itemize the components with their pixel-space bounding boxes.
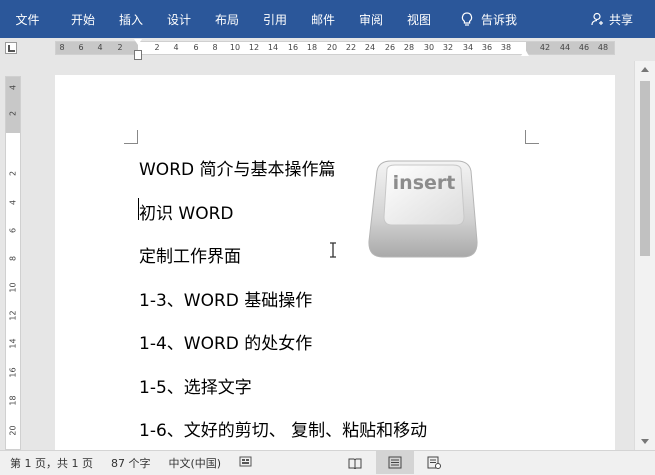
document-line[interactable]: 定制工作界面 xyxy=(139,242,241,267)
ruler-label: 6 xyxy=(78,43,84,52)
ruler-label: 2 xyxy=(154,43,160,52)
vruler-label: 12 xyxy=(8,310,18,321)
ruler-label: 34 xyxy=(462,43,474,52)
vruler-label: 16 xyxy=(8,367,18,378)
insert-key-label: insert xyxy=(393,172,456,194)
ruler-label: 22 xyxy=(345,43,357,52)
tell-me-box[interactable]: 告诉我 xyxy=(461,11,517,28)
ruler-label: 2 xyxy=(117,43,123,52)
tab-design[interactable]: 设计 xyxy=(159,0,199,38)
vruler-label: 10 xyxy=(8,282,18,293)
vertical-scrollbar[interactable] xyxy=(634,61,655,450)
tab-view[interactable]: 视图 xyxy=(399,0,439,38)
ruler-label: 18 xyxy=(306,43,318,52)
vruler-label: 2 xyxy=(8,170,18,177)
macro-record-icon[interactable] xyxy=(239,455,252,471)
ruler-label: 12 xyxy=(248,43,260,52)
scroll-down-arrow-icon[interactable] xyxy=(641,439,649,444)
document-page[interactable]: WORD 简介与基本操作篇 初识 WORD 定制工作界面 1-3、WORD 基础… xyxy=(55,75,615,450)
language-indicator[interactable]: 中文(中国) xyxy=(168,455,221,471)
tab-layout[interactable]: 布局 xyxy=(207,0,247,38)
ruler-label: 46 xyxy=(578,43,590,52)
vruler-label: 4 xyxy=(8,199,18,206)
document-line[interactable]: 1-6、文好的剪切、 复制、粘贴和移动 xyxy=(139,416,427,441)
scroll-up-arrow-icon[interactable] xyxy=(641,67,649,72)
right-indent-marker[interactable] xyxy=(521,49,529,56)
tab-file[interactable]: 文件 xyxy=(0,0,55,38)
ruler-label: 14 xyxy=(267,43,279,52)
lightbulb-icon xyxy=(461,11,473,26)
left-indent-marker[interactable] xyxy=(134,50,142,60)
document-line[interactable]: 初识 WORD xyxy=(139,199,234,224)
ruler-label: 16 xyxy=(287,43,299,52)
share-button[interactable]: 共享 xyxy=(591,0,633,38)
status-bar: 第 1 页，共 1 页 87 个字 中文(中国) xyxy=(0,450,655,475)
insert-key-image: insert xyxy=(368,160,478,258)
text-cursor xyxy=(138,198,139,220)
vertical-ruler[interactable]: 4 2 2 4 6 8 10 12 14 16 18 20 xyxy=(5,76,21,450)
ruler-label: 4 xyxy=(173,43,179,52)
tell-me-label: 告诉我 xyxy=(481,12,518,27)
vruler-label: 20 xyxy=(8,425,18,436)
ruler-label: 8 xyxy=(212,43,218,52)
vruler-label: 14 xyxy=(8,338,18,349)
document-line[interactable]: WORD 简介与基本操作篇 xyxy=(139,155,336,180)
ruler-label: 42 xyxy=(539,43,551,52)
ruler-label: 24 xyxy=(364,43,376,52)
ruler-label: 4 xyxy=(97,43,103,52)
ruler-label: 20 xyxy=(326,43,338,52)
vruler-label: 6 xyxy=(8,227,18,234)
person-icon xyxy=(591,12,603,26)
tab-insert[interactable]: 插入 xyxy=(111,0,151,38)
share-label: 共享 xyxy=(608,12,633,27)
crop-mark-top-right xyxy=(525,130,539,144)
document-line[interactable]: 1-5、选择文字 xyxy=(139,373,252,398)
ruler-label: 30 xyxy=(423,43,435,52)
vruler-label: 2 xyxy=(8,110,18,117)
ruler-label: 48 xyxy=(597,43,609,52)
ruler-label: 28 xyxy=(403,43,415,52)
ribbon-tab-bar: 文件 开始 插入 设计 布局 引用 邮件 审阅 视图 告诉我 共享 xyxy=(0,0,655,38)
ruler-label: 38 xyxy=(500,43,512,52)
document-line[interactable]: 1-3、WORD 基础操作 xyxy=(139,286,312,311)
web-layout-icon[interactable] xyxy=(415,451,453,474)
first-line-indent-marker[interactable] xyxy=(134,39,142,45)
print-layout-icon[interactable] xyxy=(376,451,414,474)
ruler-label: 26 xyxy=(384,43,396,52)
scrollbar-thumb[interactable] xyxy=(640,81,650,256)
vruler-label: 8 xyxy=(8,255,18,262)
ruler-label: 44 xyxy=(559,43,571,52)
word-count[interactable]: 87 个字 xyxy=(111,455,151,471)
page-count[interactable]: 第 1 页，共 1 页 xyxy=(10,455,93,471)
ruler-label: 10 xyxy=(229,43,241,52)
ruler-label: 36 xyxy=(481,43,493,52)
ruler-label: 32 xyxy=(442,43,454,52)
ruler-label: 8 xyxy=(59,43,65,52)
ruler-label: 6 xyxy=(193,43,199,52)
tab-home[interactable]: 开始 xyxy=(63,0,103,38)
vruler-label: 18 xyxy=(8,395,18,406)
tab-mailings[interactable]: 邮件 xyxy=(303,0,343,38)
document-line[interactable]: 1-4、WORD 的处女作 xyxy=(139,329,312,354)
read-mode-icon[interactable] xyxy=(336,451,374,474)
tab-references[interactable]: 引用 xyxy=(255,0,295,38)
tab-selector[interactable] xyxy=(5,42,17,54)
vruler-label: 4 xyxy=(8,84,18,91)
crop-mark-top-left xyxy=(124,130,138,144)
ibeam-cursor-icon xyxy=(330,242,336,258)
tab-review[interactable]: 审阅 xyxy=(351,0,391,38)
